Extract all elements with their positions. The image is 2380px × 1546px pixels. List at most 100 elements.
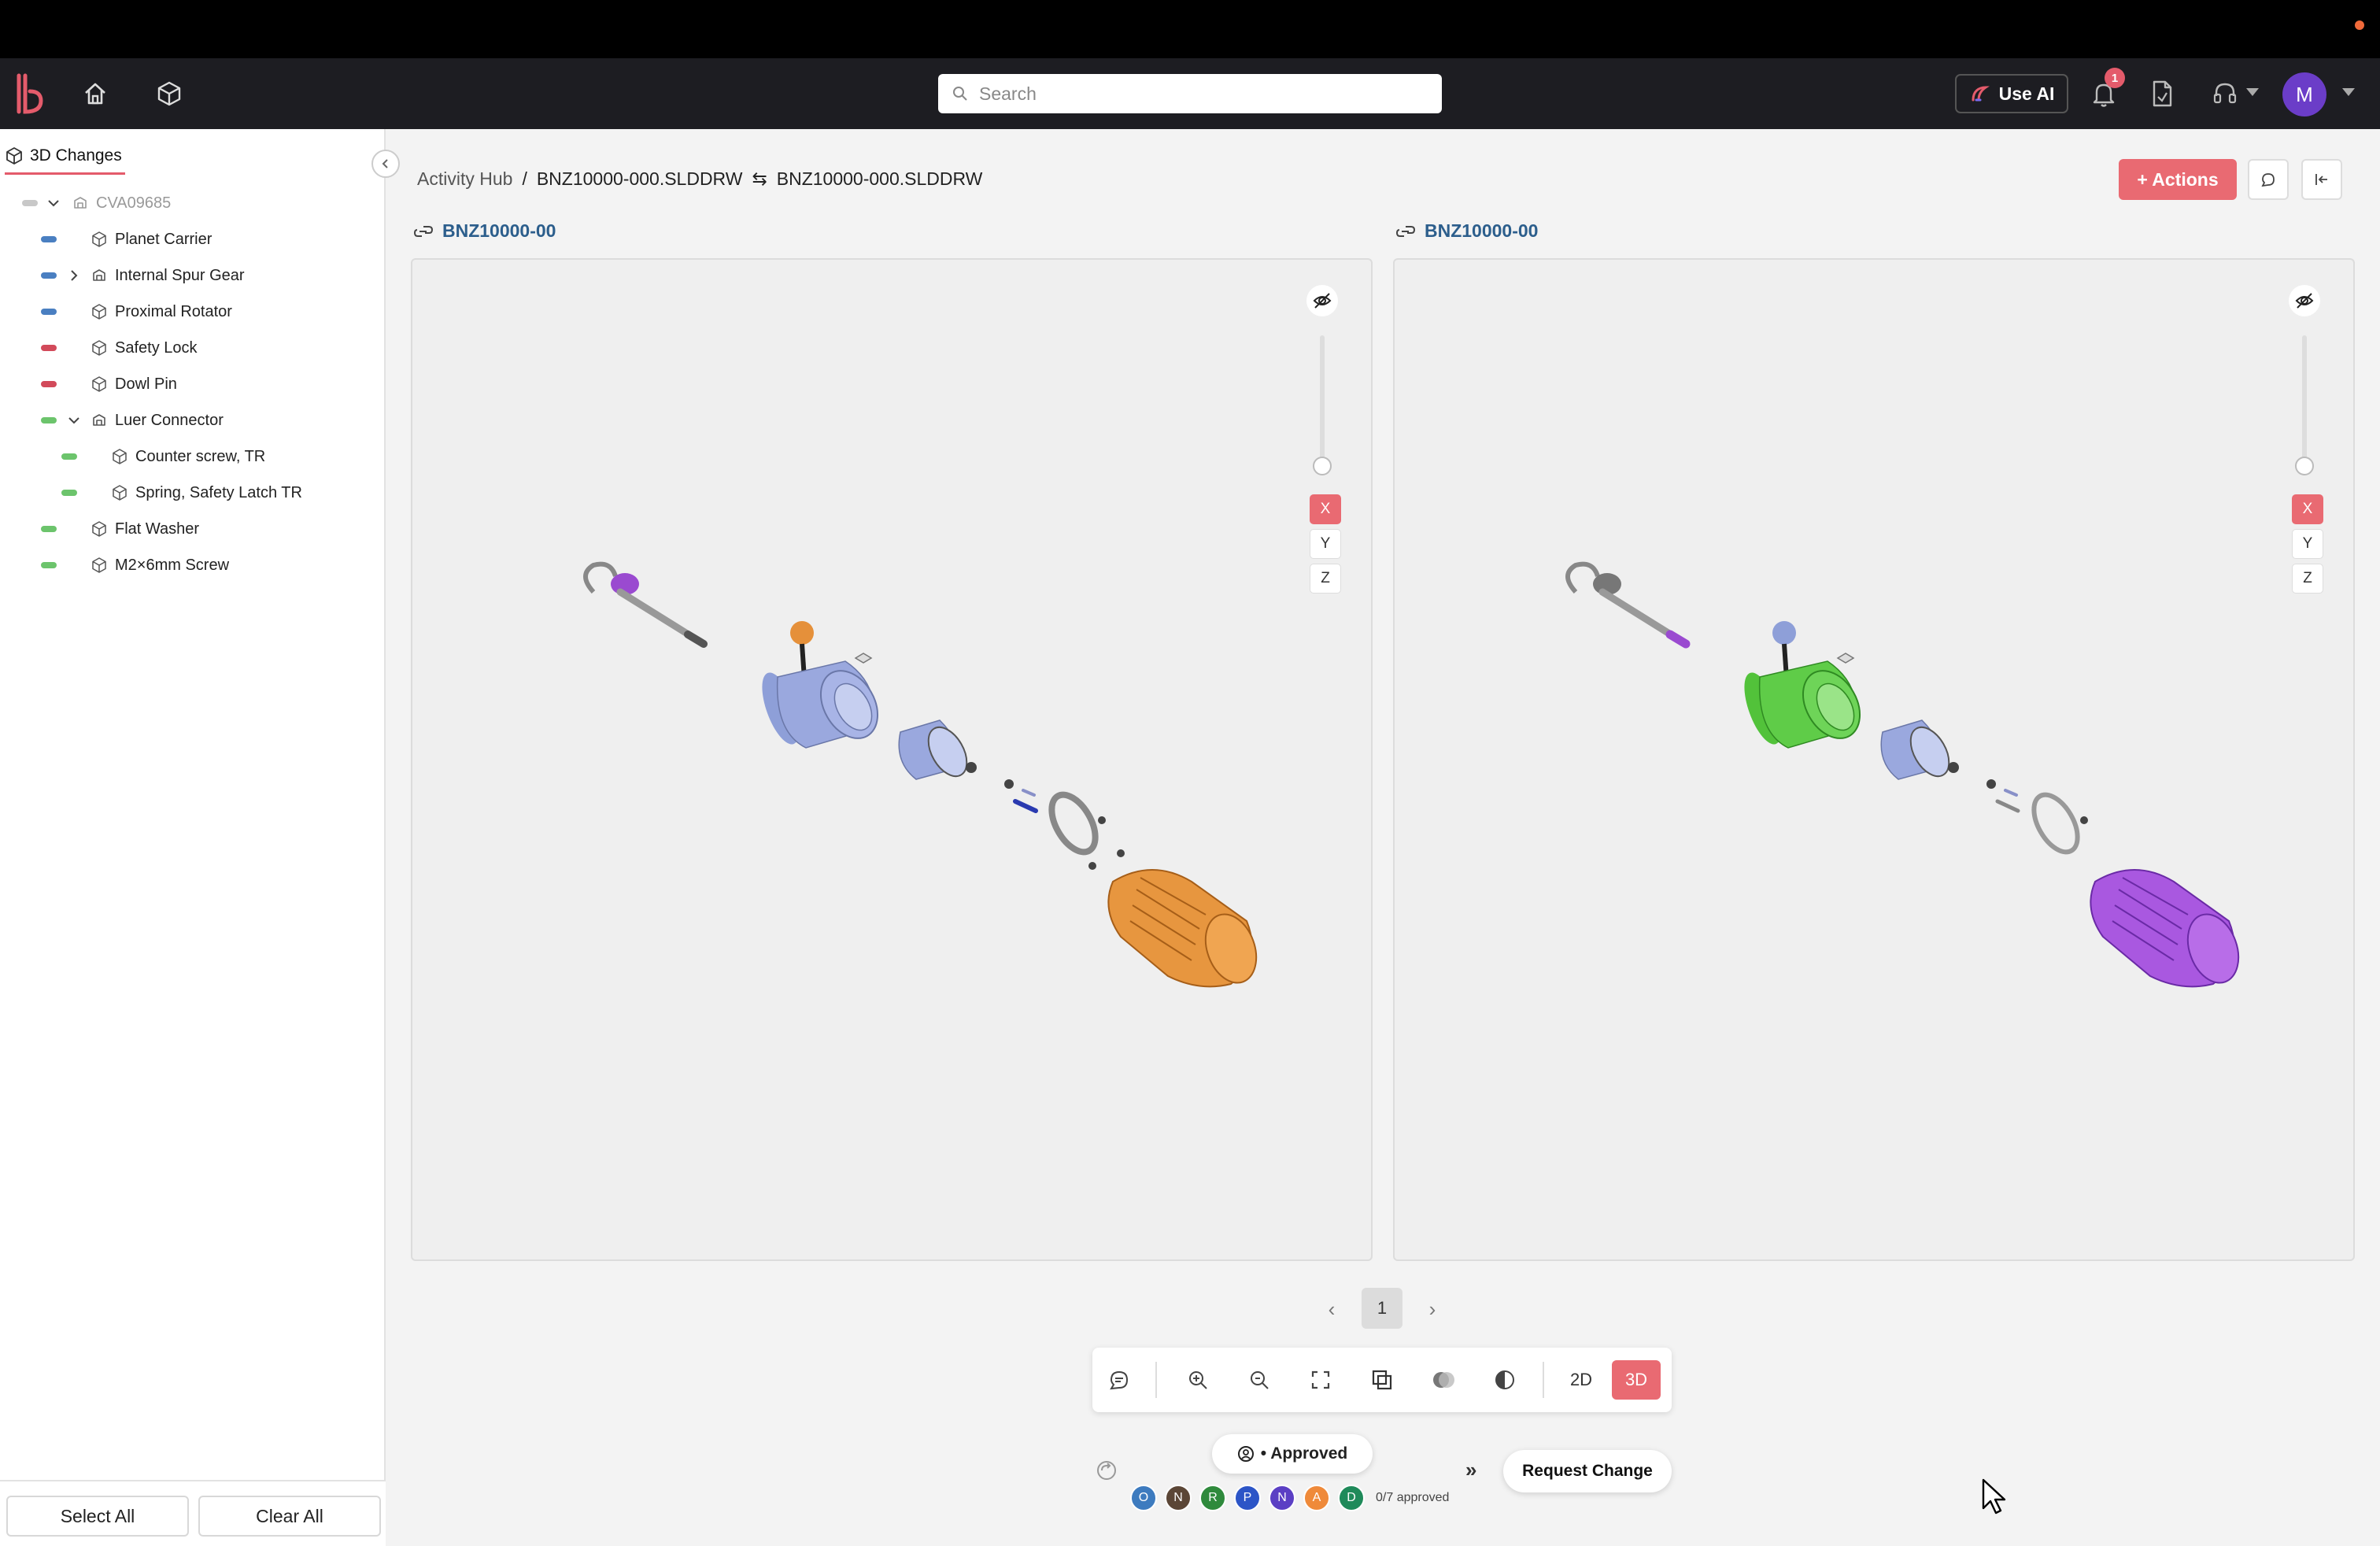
section-slider-knob[interactable]: [2295, 457, 2314, 475]
exploded-assembly-model-right: [1565, 561, 2240, 988]
compare-arrows-icon: ⇆: [752, 168, 767, 189]
overlay-compare-icon[interactable]: [1365, 1363, 1399, 1397]
axis-x-button[interactable]: X: [2292, 494, 2323, 524]
comment-button[interactable]: [2248, 159, 2289, 200]
profile-chevron-down-icon[interactable]: [2342, 88, 2355, 96]
collapse-panel-button[interactable]: [2301, 159, 2342, 200]
breadcrumb-left-file: BNZ10000-000.SLDDRW: [536, 168, 743, 189]
shade-toggle-icon[interactable]: [1426, 1363, 1461, 1397]
next-page-button[interactable]: ›: [1417, 1291, 1448, 1327]
use-ai-button[interactable]: Use AI: [1955, 74, 2068, 113]
tree-item-label: Proximal Rotator: [115, 303, 232, 320]
select-all-button[interactable]: Select All: [6, 1496, 189, 1537]
change-color-marker: [22, 200, 38, 206]
clear-all-button[interactable]: Clear All: [198, 1496, 381, 1537]
current-page-number[interactable]: 1: [1362, 1288, 1402, 1329]
left-pane-title[interactable]: BNZ10000-00: [412, 220, 556, 242]
zoom-in-icon[interactable]: [1181, 1363, 1215, 1397]
reviewer-avatar[interactable]: N: [1165, 1485, 1192, 1511]
part-cube-icon: [90, 556, 109, 575]
tree-item[interactable]: Proximal Rotator: [0, 296, 386, 327]
left-3d-viewer[interactable]: X Y Z: [411, 258, 1373, 1261]
section-slider-track[interactable]: [2302, 335, 2307, 461]
search-icon: [953, 87, 967, 101]
part-cube-icon: [90, 338, 109, 357]
tree-item[interactable]: Internal Spur Gear: [0, 260, 386, 291]
actions-button[interactable]: + Actions: [2119, 159, 2237, 200]
axis-x-button[interactable]: X: [1310, 494, 1341, 524]
home-icon[interactable]: [77, 76, 113, 112]
approval-status-label: • Approved: [1260, 1444, 1348, 1463]
reviewer-avatar[interactable]: R: [1199, 1485, 1226, 1511]
tree-item[interactable]: Flat Washer: [0, 513, 386, 545]
change-color-marker: [41, 417, 57, 423]
reviewer-avatar[interactable]: N: [1269, 1485, 1295, 1511]
tree-item-label: Dowl Pin: [115, 375, 177, 393]
exploded-assembly-model-left: [583, 561, 1258, 988]
comment-tool-icon[interactable]: [1102, 1363, 1136, 1397]
changes-sidebar: 3D Changes CVA09685 Planet Carrier Interna…: [0, 129, 386, 1546]
contrast-icon[interactable]: [1488, 1363, 1522, 1397]
approval-status-pill[interactable]: • Approved: [1212, 1434, 1373, 1474]
chevron-down-icon[interactable]: [65, 411, 83, 435]
tree-item-label: Spring, Safety Latch TR: [135, 484, 302, 501]
search-placeholder: Search: [979, 83, 1037, 104]
support-headset-icon[interactable]: [2207, 76, 2243, 112]
document-icon[interactable]: [2144, 76, 2180, 112]
chevron-right-icon[interactable]: [65, 266, 83, 290]
axis-z-button[interactable]: Z: [1310, 564, 1341, 594]
chevron-down-icon[interactable]: [44, 194, 63, 217]
reviewer-avatar[interactable]: D: [1338, 1485, 1365, 1511]
tree-item[interactable]: Luer Connector: [0, 405, 386, 436]
cube-icon[interactable]: [151, 76, 187, 112]
cube-icon: [6, 146, 22, 165]
zoom-fit-icon[interactable]: [1242, 1363, 1277, 1397]
request-change-button[interactable]: Request Change: [1503, 1450, 1672, 1492]
tree-item[interactable]: CVA09685: [0, 187, 386, 219]
part-cube-icon: [90, 302, 109, 321]
change-color-marker: [61, 490, 77, 496]
reviewer-avatar[interactable]: P: [1234, 1485, 1261, 1511]
workflow-refresh-icon[interactable]: [1094, 1458, 1119, 1483]
tab-3d-changes[interactable]: 3D Changes: [5, 139, 125, 175]
tree-item[interactable]: Dowl Pin: [0, 368, 386, 400]
fullscreen-icon[interactable]: [1303, 1363, 1338, 1397]
search-input[interactable]: Search: [938, 74, 1442, 113]
mode-2d-button[interactable]: 2D: [1557, 1360, 1606, 1400]
change-color-marker: [41, 381, 57, 387]
right-pane-title[interactable]: BNZ10000-00: [1395, 220, 1538, 242]
tree-item[interactable]: Spring, Safety Latch TR: [0, 477, 386, 509]
support-chevron-down-icon[interactable]: [2246, 88, 2259, 96]
brand-logo-icon[interactable]: [14, 72, 50, 115]
hide-eye-icon[interactable]: [2289, 285, 2320, 316]
tree-item[interactable]: Safety Lock: [0, 332, 386, 364]
comment-icon: [2261, 173, 2275, 187]
right-pane-title-text: BNZ10000-00: [1425, 220, 1539, 241]
axis-y-button[interactable]: Y: [2292, 529, 2323, 559]
change-color-marker: [41, 345, 57, 351]
previous-page-button[interactable]: ‹: [1316, 1291, 1347, 1327]
reviewer-avatars: O N R P N A D 0/7 approved: [1130, 1485, 1449, 1511]
breadcrumb-activity-hub[interactable]: Activity Hub: [417, 168, 512, 190]
recording-indicator-icon: [2355, 20, 2364, 30]
tree-item[interactable]: M2×6mm Screw: [0, 549, 386, 581]
sidebar-footer: Select All Clear All: [0, 1480, 386, 1546]
user-avatar[interactable]: M: [2282, 72, 2326, 117]
collapse-sidebar-button[interactable]: [371, 150, 400, 178]
tree-item[interactable]: Counter screw, TR: [0, 441, 386, 472]
reviewer-avatar[interactable]: A: [1303, 1485, 1330, 1511]
reviewer-avatar[interactable]: O: [1130, 1485, 1157, 1511]
axis-z-button[interactable]: Z: [2292, 564, 2323, 594]
tree-item[interactable]: Planet Carrier: [0, 224, 386, 255]
section-slider-knob[interactable]: [1313, 457, 1332, 475]
part-cube-icon: [90, 230, 109, 249]
section-slider-track[interactable]: [1320, 335, 1325, 461]
right-3d-viewer[interactable]: X Y Z: [1393, 258, 2355, 1261]
hide-eye-icon[interactable]: [1306, 285, 1338, 316]
change-color-marker: [61, 453, 77, 460]
part-cube-icon: [110, 447, 129, 466]
mode-3d-button[interactable]: 3D: [1612, 1360, 1661, 1400]
double-chevron-right-icon[interactable]: »: [1465, 1458, 1476, 1482]
left-pane-title-text: BNZ10000-00: [442, 220, 556, 241]
axis-y-button[interactable]: Y: [1310, 529, 1341, 559]
